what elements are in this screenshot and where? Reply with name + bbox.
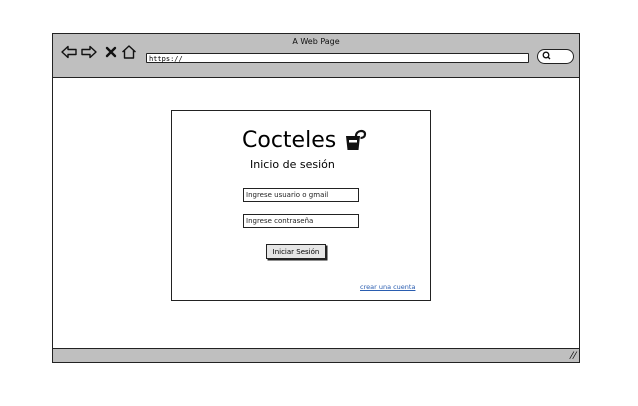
- home-icon[interactable]: [121, 45, 137, 62]
- browser-titlebar: A Web Page https://: [53, 34, 579, 78]
- back-arrow-icon[interactable]: [61, 45, 77, 62]
- resize-grip-icon[interactable]: //: [569, 351, 578, 361]
- search-icon: [542, 50, 551, 64]
- forward-arrow-icon[interactable]: [81, 45, 97, 62]
- login-subtitle: Inicio de sesión: [250, 158, 335, 171]
- password-input[interactable]: [243, 214, 359, 228]
- login-card: Cocteles Inicio de sesión Iniciar Sesión…: [171, 110, 431, 301]
- login-button[interactable]: Iniciar Sesión: [266, 244, 326, 259]
- username-input[interactable]: [243, 188, 359, 202]
- brand-title: Cocteles: [242, 128, 337, 153]
- browser-search[interactable]: [537, 49, 574, 64]
- url-bar[interactable]: https://: [146, 53, 529, 63]
- cup-icon: [346, 129, 367, 150]
- close-icon[interactable]: [105, 45, 117, 62]
- browser-statusbar: //: [53, 348, 579, 362]
- create-account-link[interactable]: crear una cuenta: [360, 283, 415, 291]
